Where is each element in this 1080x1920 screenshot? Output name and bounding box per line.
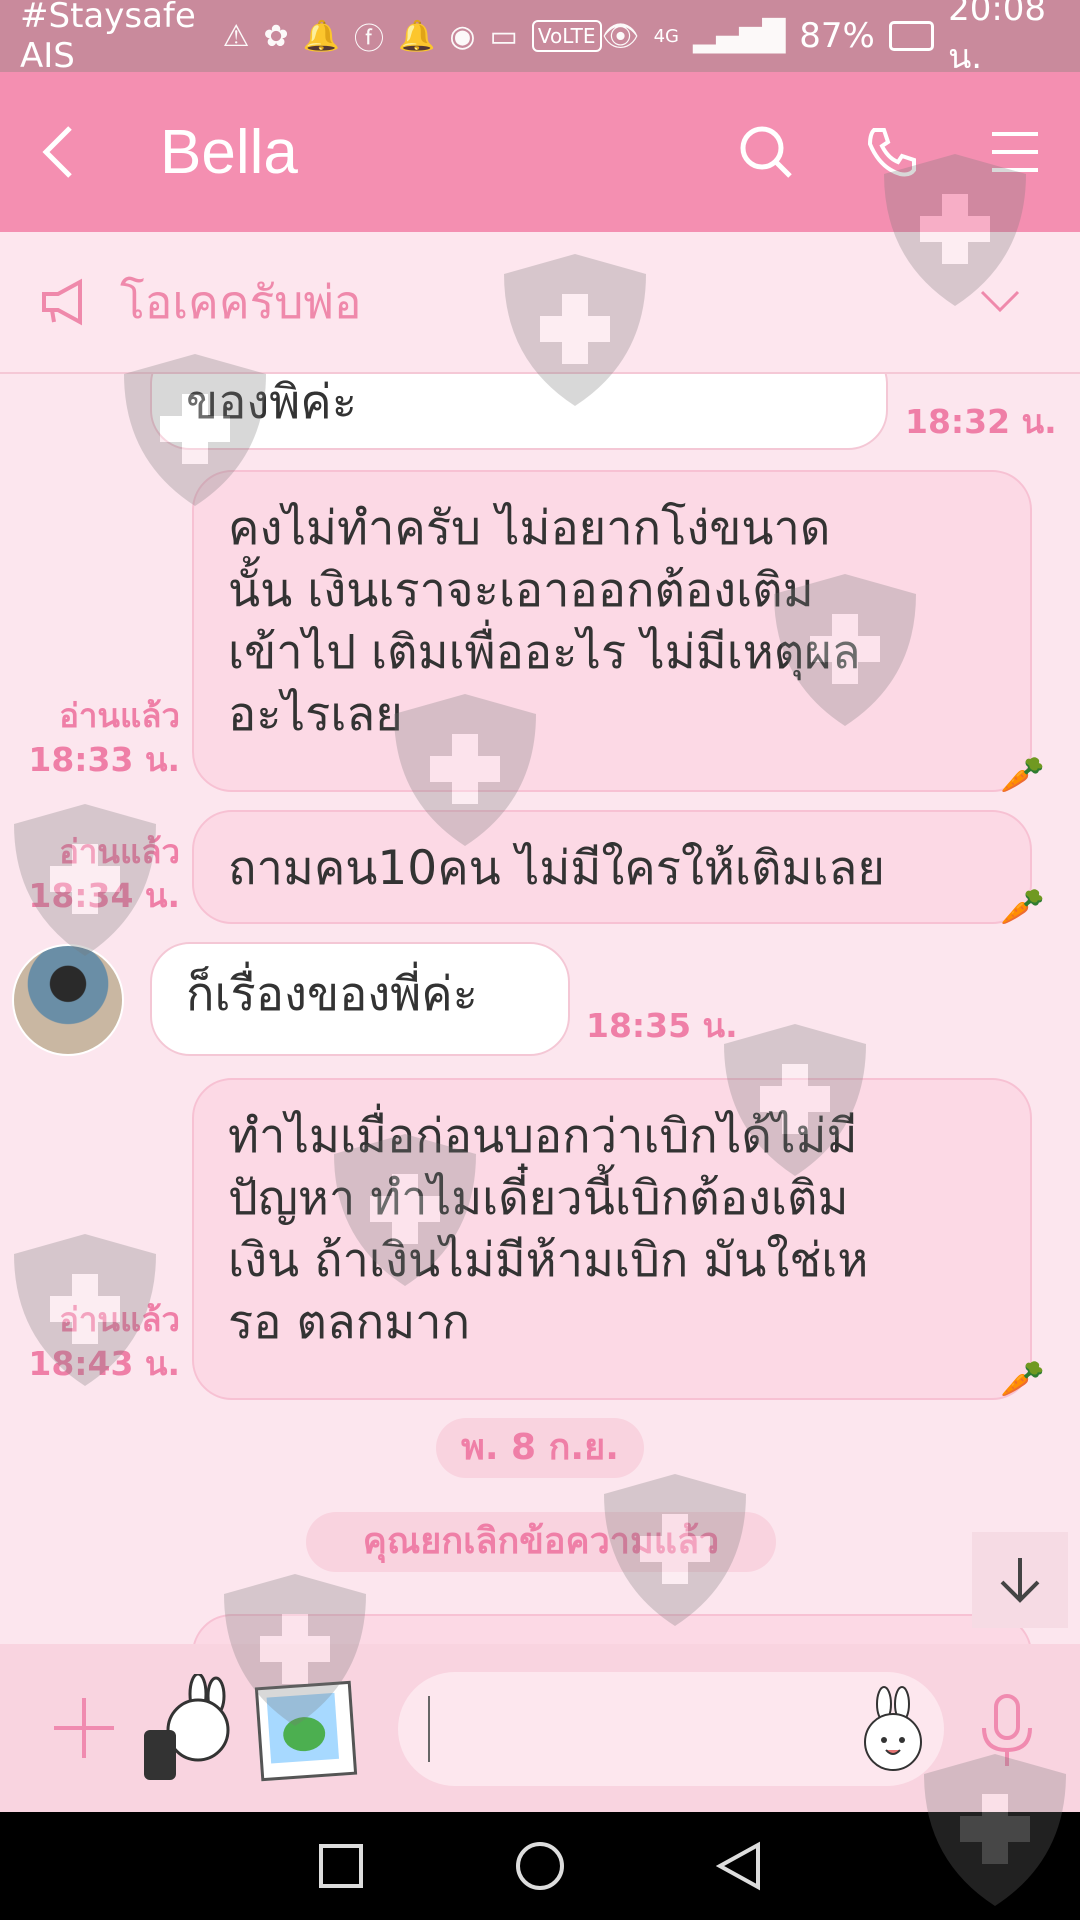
message-line: คงไม่ทำครับ ไม่อยากโง่ขนาด (228, 501, 831, 556)
message-bubble-incoming[interactable]: ก็เรื่องของพี่ค่ะ (150, 942, 570, 1056)
message-time: 18:32 น. (905, 402, 1057, 441)
scroll-down-button[interactable] (972, 1532, 1068, 1628)
cast-icon: ▭ (489, 18, 518, 54)
app-icon: ✿ (263, 18, 289, 54)
watermark-shield-icon (774, 574, 916, 726)
back-icon (42, 126, 72, 178)
watermark-shield-icon (124, 354, 266, 506)
recent-apps-icon[interactable] (318, 1843, 364, 1889)
text-caret (428, 1696, 430, 1762)
back-button[interactable] (40, 122, 100, 182)
battery-icon (888, 21, 935, 51)
watermark-shield-icon (14, 804, 156, 956)
facebook-icon: ⓕ (353, 22, 384, 57)
announcement-text: โอเคครับพ่อ (120, 274, 362, 329)
watermark-shield-icon (724, 1024, 866, 1176)
date-chip: พ. 8 ก.ย. (436, 1418, 644, 1478)
carrot-icon: 🥕 (1000, 887, 1045, 928)
arrow-down-icon (1000, 1558, 1040, 1603)
carrot-icon: 🥕 (1000, 1359, 1045, 1400)
battery-percent: 87% (799, 16, 875, 56)
search-icon[interactable] (738, 124, 794, 180)
clock: 20:08 น. (948, 0, 1047, 77)
emoji-icon[interactable] (858, 1686, 928, 1772)
chat-title: Bella (160, 117, 298, 187)
message-bubble-outgoing[interactable]: ทำไมเมื่อก่อนบอกว่าเบิกได้ไม่มี ปัญหา ทำ… (192, 1078, 1032, 1400)
status-bar: #Staysafe AIS ⚠ ✿ 🔔 ⓕ 🔔 ◉ ▭ VoLTE 👁 4G ▂… (0, 0, 1080, 77)
watermark-shield-icon (504, 254, 646, 406)
network-label: 4G (653, 25, 679, 47)
watermark-shield-icon (884, 154, 1026, 306)
message-line: รอ ตลกมาก (228, 1295, 471, 1350)
avatar[interactable] (12, 944, 124, 1056)
bell-icon: 🔔 (302, 18, 340, 54)
back-triangle-icon[interactable] (716, 1841, 762, 1891)
read-receipt: อ่านแล้ว 18:33 น. (28, 696, 180, 779)
warning-icon: ⚠ (222, 18, 250, 54)
message-text: ถามคน10คน ไม่มีใครให้เติมเลย (228, 841, 885, 896)
chat-area[interactable]: ของพิค่ะ 18:32 น. อ่านแล้ว 18:33 น. คงไม… (0, 374, 1080, 1644)
carrier-label: #Staysafe AIS (20, 0, 196, 76)
home-icon[interactable] (514, 1840, 566, 1892)
volte-badge: VoLTE (531, 20, 602, 52)
megaphone-icon (42, 278, 82, 326)
watermark-shield-icon (394, 694, 536, 846)
watermark-shield-icon (14, 1234, 156, 1386)
eye-icon: 👁 (601, 18, 640, 54)
message-text: ก็เรื่องของพี่ค่ะ (186, 967, 478, 1022)
signal-icon: ▂▄▆█ (693, 18, 786, 54)
bell-icon: 🔔 (397, 18, 436, 54)
message-bubble-outgoing[interactable]: ถามคน10คน ไม่มีใครให้เติมเลย (192, 810, 1032, 924)
message-input[interactable] (398, 1672, 944, 1786)
message-input-bar (0, 1644, 1080, 1812)
hotspot-icon: ◉ (449, 18, 476, 54)
system-nav-bar (0, 1812, 1080, 1920)
watermark-shield-icon (924, 1754, 1066, 1906)
sticker-icon[interactable] (140, 1672, 232, 1784)
plus-icon[interactable] (52, 1696, 116, 1760)
watermark-shield-icon (334, 1134, 476, 1286)
watermark-shield-icon (604, 1474, 746, 1626)
watermark-shield-icon (224, 1574, 366, 1726)
message-time: 18:35 น. (586, 1006, 738, 1045)
carrot-icon: 🥕 (1000, 755, 1045, 796)
